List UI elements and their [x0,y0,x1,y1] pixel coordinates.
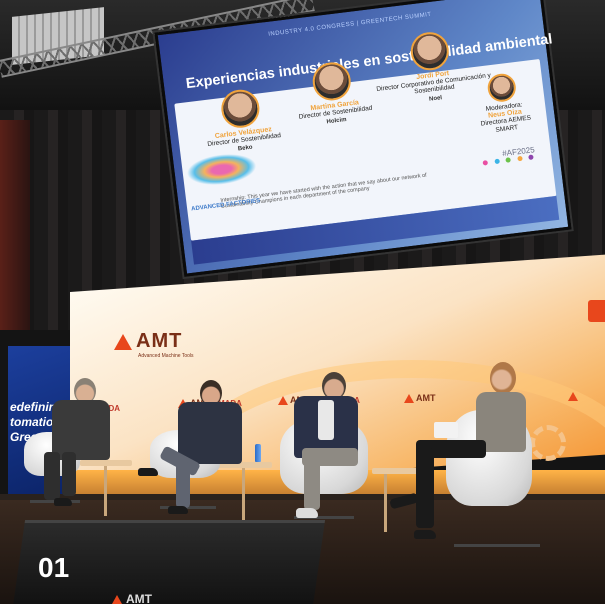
amt-logo-subtitle: Advanced Machine Tools [138,353,194,359]
photo-number-label: 01 [38,552,70,583]
banner-corner-logo [588,300,605,322]
panelist-shoe [296,508,318,518]
social-icon [516,155,523,162]
social-icons [480,147,535,171]
speaker-photo [408,30,451,73]
panelist-leg [44,452,60,500]
amt-triangle-icon [278,396,288,406]
speaker-photo [310,60,353,103]
moderator-card: Moderadora: Neus Oiza Directora AEMES SM… [465,70,542,137]
panelist-head [490,362,516,394]
amt-logo: AMT Advanced Machine Tools [114,330,194,359]
table-leg [384,474,387,532]
speaker-photo [219,87,262,130]
social-icon [494,158,500,165]
amt-triangle-icon [404,394,414,404]
banner-logo-row [568,386,580,404]
panelist-shirt [318,400,334,440]
panelist-jacket [52,400,110,460]
amt-triangle-icon [568,392,578,402]
banner-logo-row: AMT [404,388,436,406]
chair-base [454,544,540,547]
amt-logo-text: AMT [136,330,183,352]
panelist-shoe [54,498,72,506]
panelist-leg [62,452,76,496]
social-icon [482,160,489,166]
panelist-leg [176,462,190,508]
social-icon [528,154,534,161]
amt-triangle-icon [112,595,122,604]
panelist-shoe [414,530,436,539]
social-icon [505,157,511,163]
panelist-leg [416,448,434,528]
gear-graphic [530,425,566,461]
amt-triangle-icon [114,333,132,350]
projection-screen: INDUSTRY 4.0 CONGRESS | GREENTECH SUMMIT… [154,0,572,277]
water-bottle [255,444,261,462]
side-curtain [0,120,30,330]
table-top [372,468,420,474]
amt-small-logo: AMT [404,393,436,404]
conference-photo: INDUSTRY 4.0 CONGRESS | GREENTECH SUMMIT… [0,0,605,604]
amt-small-logo [568,391,580,402]
table-leg [242,468,245,520]
panelist-shoe [138,468,158,476]
monitor-amt-logo: AMT [112,592,152,604]
moderator-photo [486,72,518,104]
table-leg [104,466,107,516]
panelist-jacket [178,402,242,464]
panelist-notes [434,422,458,438]
panelist-shoe [168,506,188,514]
panelist-leg [304,462,320,510]
